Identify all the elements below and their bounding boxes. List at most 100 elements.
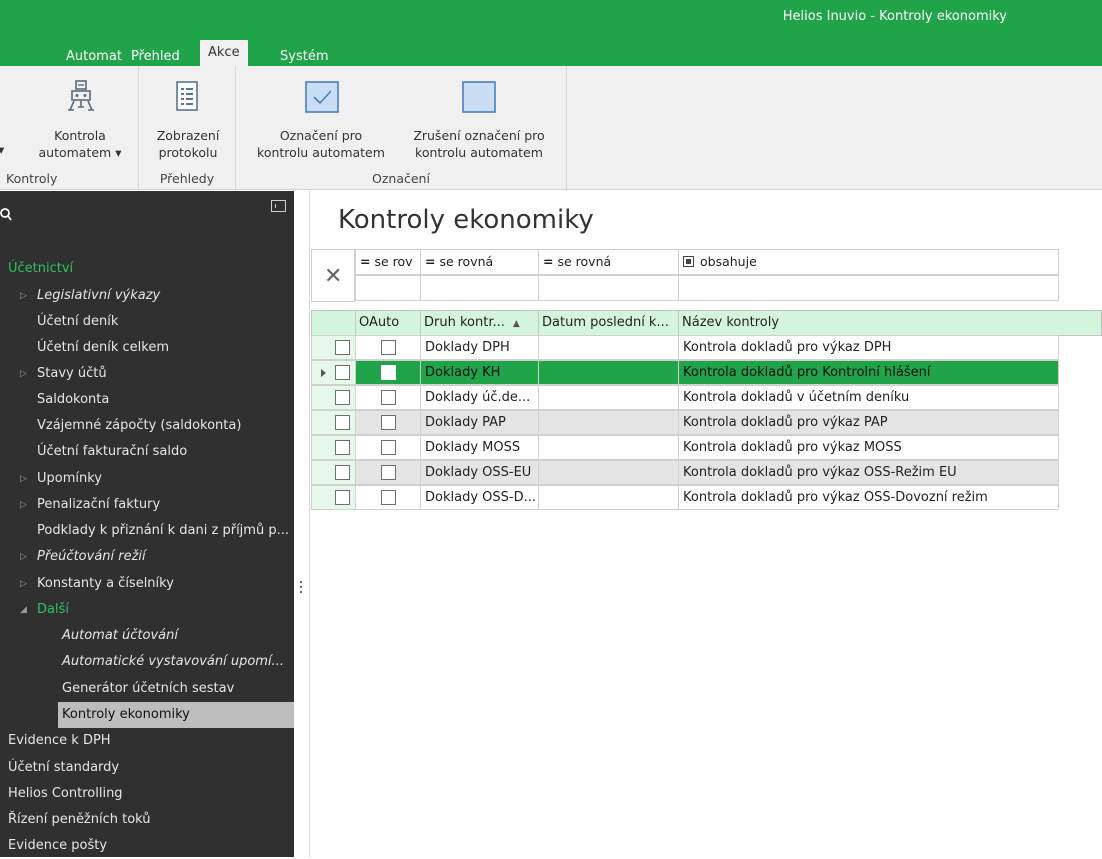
sidebar-item-evidence-posty[interactable]: Evidence pošty [0, 833, 294, 859]
sidebar-item-upominky[interactable]: ▷ Upomínky [0, 466, 294, 492]
column-header-oauto[interactable]: OAuto [355, 310, 421, 336]
row-select-cell[interactable] [311, 410, 356, 435]
table-row[interactable]: Doklady KH Kontrola dokladů pro Kontroln… [311, 360, 1059, 385]
row-checkbox[interactable] [335, 365, 350, 380]
row-checkbox[interactable] [335, 465, 350, 480]
oauto-cell[interactable] [355, 435, 421, 460]
filter-input-druh[interactable] [420, 275, 539, 301]
table-row[interactable]: Doklady úč.de... Kontrola dokladů v účet… [311, 385, 1059, 410]
filter-op-nazev[interactable]: obsahuje [678, 249, 1059, 275]
oauto-checkbox[interactable] [381, 340, 396, 355]
sidebar-item-generator-ucetnich-sestav[interactable]: Generátor účetních sestav [0, 676, 294, 702]
datum-cell [538, 410, 679, 435]
row-checkbox[interactable] [335, 390, 350, 405]
row-select-cell[interactable] [311, 360, 356, 385]
expand-arrow-icon[interactable]: ▷ [20, 492, 27, 518]
column-header-select[interactable] [311, 310, 356, 336]
tab-automat[interactable]: Automat [66, 47, 122, 66]
oauto-checkbox[interactable] [381, 440, 396, 455]
tab-akce[interactable]: Akce [200, 40, 248, 66]
sidebar-item-preuctovani-rezii[interactable]: ▷ Přeúčtování režií [0, 544, 294, 570]
sidebar-item-dalsi[interactable]: ◢ Další [0, 597, 294, 623]
table-row[interactable]: Doklady OSS-EU Kontrola dokladů pro výka… [311, 460, 1059, 485]
filter-op-oauto[interactable]: = se rov [355, 249, 421, 275]
filter-input-datum[interactable] [538, 275, 679, 301]
tab-prehled[interactable]: Přehled [131, 47, 180, 66]
oznaceni-button[interactable]: Označení pro kontrolu automatem [250, 66, 392, 166]
filter-op-datum[interactable]: = se rovná [538, 249, 679, 275]
zobrazeni-protokolu-button[interactable]: Zobrazení protokolu [145, 66, 231, 166]
oauto-checkbox[interactable] [381, 465, 396, 480]
table-row[interactable]: Doklady MOSS Kontrola dokladů pro výkaz … [311, 435, 1059, 460]
filter-input-nazev[interactable] [678, 275, 1059, 301]
column-header-datum[interactable]: Datum poslední k... [538, 310, 679, 336]
kontrola-automatem-button[interactable]: Kontrola automatem ▾ [28, 66, 132, 166]
ribbon-group-kontroly: ▾ Kontrola automatem ▾ Kontroly [0, 66, 139, 190]
oauto-cell[interactable] [355, 460, 421, 485]
collapse-arrow-icon[interactable]: ◢ [20, 597, 27, 623]
filter-op-druh[interactable]: = se rovná [420, 249, 539, 275]
sidebar-item-penalizacni-faktury[interactable]: ▷ Penalizační faktury [0, 492, 294, 518]
panel-splitter[interactable] [294, 191, 310, 857]
sidebar-item-vzajemne-zapocty[interactable]: Vzájemné zápočty (saldokonta) [0, 413, 294, 439]
oauto-checkbox[interactable] [381, 415, 396, 430]
row-checkbox[interactable] [335, 440, 350, 455]
sidebar-item-rizeni-peneznich-toku[interactable]: Řízení peněžních toků [0, 807, 294, 833]
expand-arrow-icon[interactable]: ▷ [20, 466, 27, 492]
grip-icon[interactable] [300, 581, 303, 595]
expand-arrow-icon[interactable]: ▷ [20, 544, 27, 570]
column-header-druh[interactable]: Druh kontr... ▲ [420, 310, 539, 336]
clear-filter-button[interactable]: ✕ [311, 249, 355, 302]
oauto-cell[interactable] [355, 360, 421, 385]
oauto-checkbox[interactable] [381, 365, 396, 380]
sidebar-item-podklady-k-priznani[interactable]: Podklady k přiznání k dani z příjmů p... [0, 518, 294, 544]
row-select-cell[interactable] [311, 385, 356, 410]
ribbon: ▾ Kontrola automatem ▾ Kontroly Zobrazen… [0, 66, 1102, 190]
row-select-cell[interactable] [311, 485, 356, 510]
sidebar-item-konstanty-a-ciselniky[interactable]: ▷ Konstanty a číselníky [0, 571, 294, 597]
ribbon-group-label: Kontroly [6, 171, 58, 186]
sidebar-item-ucetni-denik-celkem[interactable]: Účetní deník celkem [0, 335, 294, 361]
oauto-cell[interactable] [355, 385, 421, 410]
expand-arrow-icon[interactable]: ▷ [20, 283, 27, 309]
sidebar-item-helios-controlling[interactable]: Helios Controlling [0, 781, 294, 807]
sidebar-item-saldokonta[interactable]: Saldokonta [0, 387, 294, 413]
druh-cell: Doklady OSS-EU [420, 460, 539, 485]
partial-dropdown-arrow[interactable]: ▾ [0, 142, 8, 158]
row-select-cell[interactable] [311, 435, 356, 460]
column-header-nazev[interactable]: Název kontroly [678, 310, 1102, 336]
sidebar-search[interactable] [0, 191, 294, 239]
sidebar-item-kontroly-ekonomiky[interactable]: Kontroly ekonomiky [58, 702, 294, 728]
zruseni-oznaceni-label-2: kontrolu automatem [415, 145, 543, 160]
table-row[interactable]: Doklady PAP Kontrola dokladů pro výkaz P… [311, 410, 1059, 435]
filter-op-label: se rovná [439, 254, 494, 269]
filter-input-oauto[interactable] [355, 275, 421, 301]
sidebar-item-stavy-uctu[interactable]: ▷ Stavy účtů [0, 361, 294, 387]
oauto-cell[interactable] [355, 410, 421, 435]
sidebar-item-automat-uctovani[interactable]: Automat účtování [0, 623, 294, 649]
expand-arrow-icon[interactable]: ▷ [20, 571, 27, 597]
zruseni-oznaceni-button[interactable]: Zrušení označení pro kontrolu automatem [404, 66, 554, 166]
sidebar-item-ucetni-fakturacni-saldo[interactable]: Účetní fakturační saldo [0, 439, 294, 465]
row-checkbox[interactable] [335, 490, 350, 505]
sidebar-item-ucetni-standardy[interactable]: Účetní standardy [0, 755, 294, 781]
row-checkbox[interactable] [335, 340, 350, 355]
oauto-checkbox[interactable] [381, 490, 396, 505]
sidebar-item-evidence-k-dph[interactable]: Evidence k DPH [0, 728, 294, 754]
sidebar-item-ucetnictvi[interactable]: Účetnictví [0, 256, 294, 282]
collapse-sidebar-icon[interactable] [271, 200, 286, 212]
expand-arrow-icon[interactable]: ▷ [20, 361, 27, 387]
oauto-cell[interactable] [355, 485, 421, 510]
row-select-cell[interactable] [311, 335, 356, 360]
row-checkbox[interactable] [335, 415, 350, 430]
row-select-cell[interactable] [311, 460, 356, 485]
datum-cell [538, 460, 679, 485]
sidebar-item-automaticke-vystavovani[interactable]: Automatické vystavování upomí... [0, 649, 294, 675]
table-row[interactable]: Doklady OSS-D... Kontrola dokladů pro vý… [311, 485, 1059, 510]
sidebar-item-legislativni-vykazy[interactable]: ▷ Legislativní výkazy [0, 283, 294, 309]
tab-system[interactable]: Systém [280, 47, 328, 66]
table-row[interactable]: Doklady DPH Kontrola dokladů pro výkaz D… [311, 335, 1059, 360]
oauto-cell[interactable] [355, 335, 421, 360]
oauto-checkbox[interactable] [381, 390, 396, 405]
sidebar-item-ucetni-denik[interactable]: Účetní deník [0, 309, 294, 335]
